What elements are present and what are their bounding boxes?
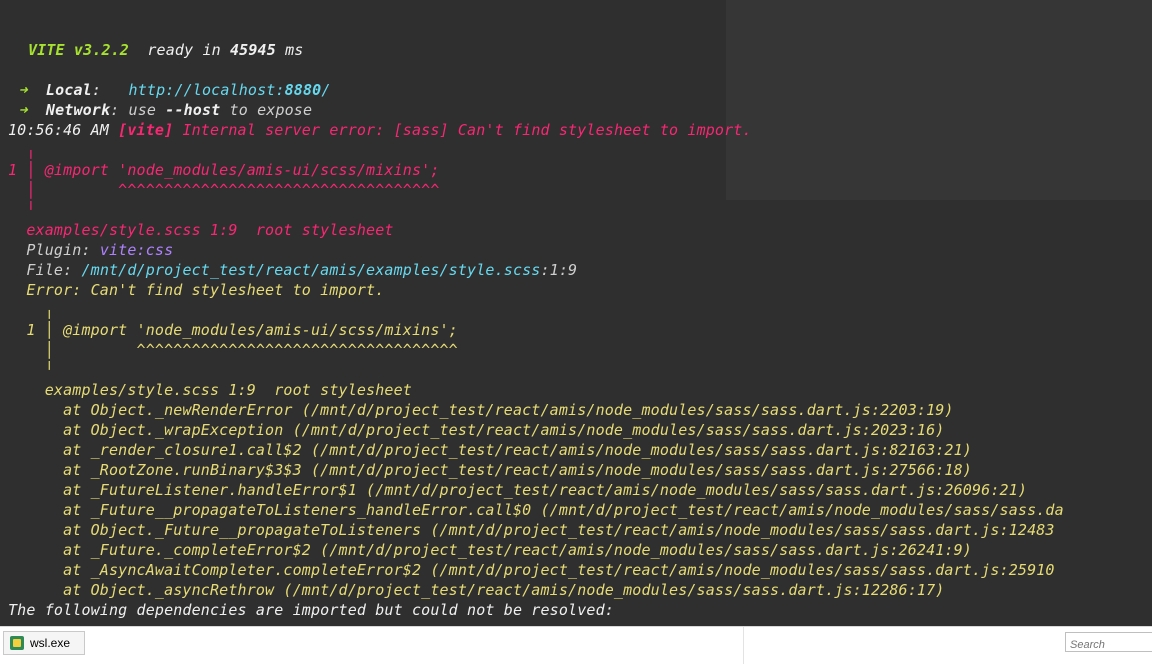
- terminal-line: The following dependencies are imported …: [8, 600, 614, 620]
- terminal-line: File: /mnt/d/project_test/react/amis/exa…: [8, 260, 577, 280]
- terminal-segment: examples/style.scss 1:9 root stylesheet: [8, 221, 394, 239]
- terminal-segment: Local: [45, 81, 92, 99]
- terminal-segment: /mnt/d/project_test/react/amis/examples/…: [81, 261, 541, 279]
- terminal-segment: │ ^^^^^^^^^^^^^^^^^^^^^^^^^^^^^^^^^^^: [8, 181, 440, 199]
- terminal-segment: at Object._wrapException (/mnt/d/project…: [8, 421, 945, 439]
- terminal-segment: at Object._asyncRethrow (/mnt/d/project_…: [8, 581, 945, 599]
- terminal-line: at Object._Future__propagateToListeners …: [8, 520, 1055, 540]
- terminal-segment: ╵: [8, 201, 36, 219]
- terminal-line: ╷: [8, 300, 54, 320]
- terminal-line: at _render_closure1.call$2 (/mnt/d/proje…: [8, 440, 972, 460]
- terminal-line: at _RootZone.runBinary$3$3 (/mnt/d/proje…: [8, 460, 972, 480]
- terminal-line: ╵: [8, 200, 36, 220]
- terminal-segment: : use: [110, 101, 166, 119]
- terminal-segment: Internal server error: [sass] Can't find…: [173, 121, 752, 139]
- terminal-line: VITE v3.2.2 ready in 45945 ms: [28, 40, 303, 60]
- search-input[interactable]: [1066, 637, 1152, 653]
- terminal-segment: The following dependencies are imported …: [8, 601, 614, 619]
- terminal-line: ➜ Network: use --host to expose: [0, 100, 312, 120]
- terminal-segment: vite:css: [99, 241, 174, 259]
- taskbar-app-label: wsl.exe: [30, 636, 71, 650]
- terminal-segment: ➜: [0, 101, 46, 119]
- terminal-line: 1 │ @import 'node_modules/amis-ui/scss/m…: [8, 160, 440, 180]
- terminal-line: ➜ Local: http://localhost:8880/: [0, 80, 331, 100]
- terminal-segment: at _RootZone.runBinary$3$3 (/mnt/d/proje…: [8, 461, 972, 479]
- terminal-line: Plugin: vite:css: [8, 240, 173, 260]
- terminal-segment: ➜: [0, 81, 46, 99]
- terminal-line: │ ^^^^^^^^^^^^^^^^^^^^^^^^^^^^^^^^^^^: [8, 180, 440, 200]
- terminal-segment: /: [321, 81, 331, 99]
- terminal-line: 1 │ @import 'node_modules/amis-ui/scss/m…: [8, 320, 458, 340]
- taskbar: wsl.exe: [0, 626, 1152, 664]
- terminal-segment: ms: [275, 41, 304, 59]
- terminal-segment: at Object._Future__propagateToListeners …: [8, 521, 1055, 539]
- terminal-segment: ╷: [8, 301, 54, 319]
- terminal-segment: File:: [8, 261, 82, 279]
- terminal-segment: at _render_closure1.call$2 (/mnt/d/proje…: [8, 441, 972, 459]
- terminal-segment: Network: [45, 101, 111, 119]
- terminal-output: VITE v3.2.2 ready in 45945 ms ➜ Local: h…: [0, 0, 1152, 626]
- terminal-line: at _FutureListener.handleError$1 (/mnt/d…: [8, 480, 1027, 500]
- wsl-app-icon: [10, 636, 24, 650]
- terminal-line: examples/style.scss 1:9 root stylesheet: [8, 220, 394, 240]
- terminal-segment: [vite]: [118, 121, 174, 139]
- taskbar-divider: [743, 627, 744, 664]
- terminal-line: examples/style.scss 1:9 root stylesheet: [8, 380, 412, 400]
- terminal-segment: 1 │ @import 'node_modules/amis-ui/scss/m…: [8, 321, 458, 339]
- terminal-segment: http://localhost:: [128, 81, 285, 99]
- terminal-segment: 1 │ @import 'node_modules/amis-ui/scss/m…: [8, 161, 440, 179]
- terminal-segment: VITE v3.2.2: [28, 41, 129, 59]
- terminal-segment: ╷: [8, 141, 36, 159]
- terminal-line: at _Future__propagateToListeners_handleE…: [8, 500, 1064, 520]
- terminal-segment: at _AsyncAwaitCompleter.completeError$2 …: [8, 561, 1055, 579]
- terminal-segment: ready in: [129, 41, 230, 59]
- terminal-line: at _AsyncAwaitCompleter.completeError$2 …: [8, 560, 1055, 580]
- terminal-segment: Error: Can't find stylesheet to import.: [8, 281, 385, 299]
- terminal-segment: to expose: [220, 101, 313, 119]
- terminal-segment: ╵: [8, 361, 54, 379]
- terminal-line: at _Future._completeError$2 (/mnt/d/proj…: [8, 540, 972, 560]
- terminal-segment: at _FutureListener.handleError$1 (/mnt/d…: [8, 481, 1028, 499]
- taskbar-app-button[interactable]: wsl.exe: [3, 631, 85, 655]
- terminal-segment: at _Future._completeError$2 (/mnt/d/proj…: [8, 541, 972, 559]
- terminal-segment: Plugin:: [8, 241, 100, 259]
- terminal-segment: 10:56:46 AM: [8, 121, 119, 139]
- search-box[interactable]: [1065, 632, 1152, 653]
- terminal-segment: :: [91, 81, 129, 99]
- terminal-segment: at _Future__propagateToListeners_handleE…: [8, 501, 1064, 519]
- terminal-segment: --host: [165, 101, 221, 119]
- terminal-segment: examples/style.scss 1:9 root stylesheet: [8, 381, 412, 399]
- terminal-segment: 45945: [230, 41, 276, 59]
- terminal-line: at Object._newRenderError (/mnt/d/projec…: [8, 400, 954, 420]
- terminal-segment: │ ^^^^^^^^^^^^^^^^^^^^^^^^^^^^^^^^^^^: [8, 341, 458, 359]
- terminal-line: ╷: [8, 140, 36, 160]
- terminal-line: │ ^^^^^^^^^^^^^^^^^^^^^^^^^^^^^^^^^^^: [8, 340, 458, 360]
- terminal-segment: 8880: [284, 81, 322, 99]
- terminal-segment: at Object._newRenderError (/mnt/d/projec…: [8, 401, 954, 419]
- terminal-segment: :1:9: [540, 261, 578, 279]
- terminal-line: at Object._asyncRethrow (/mnt/d/project_…: [8, 580, 944, 600]
- terminal-line: ╵: [8, 360, 54, 380]
- terminal-line: 10:56:46 AM [vite] Internal server error…: [8, 120, 752, 140]
- terminal-line: Error: Can't find stylesheet to import.: [8, 280, 384, 300]
- terminal-line: at Object._wrapException (/mnt/d/project…: [8, 420, 944, 440]
